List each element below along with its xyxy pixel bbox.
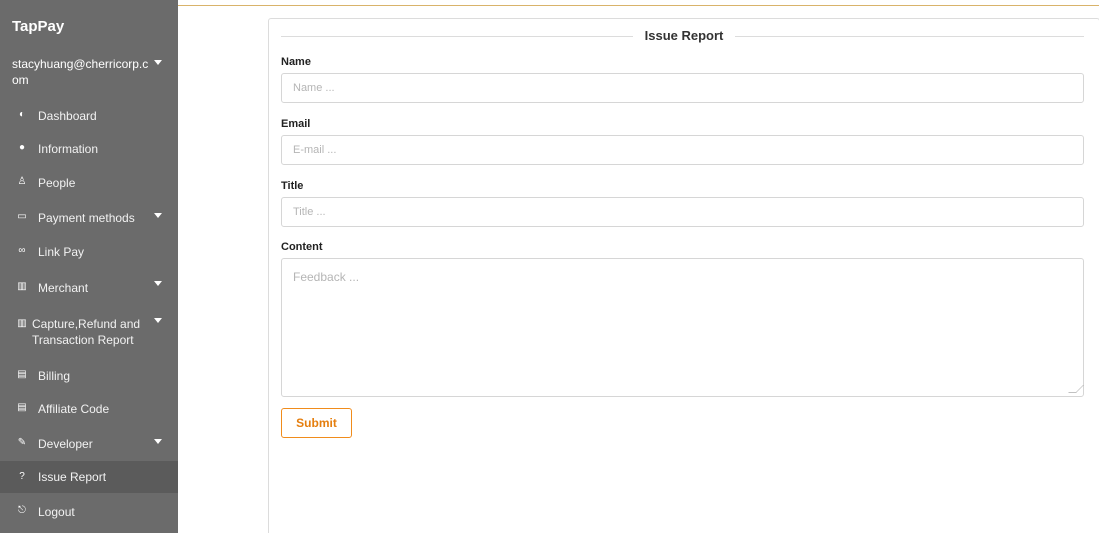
sidebar-item-label: Link Pay (38, 245, 85, 259)
email-placeholder: E-mail ... (293, 144, 337, 156)
building-icon: ▥ (17, 281, 27, 292)
question-icon: ? (19, 471, 25, 482)
sidebar-item-logout[interactable]: ⎋ Logout (0, 503, 178, 521)
chevron-down-icon (154, 281, 162, 286)
logout-icon: ⎋ (18, 505, 26, 516)
sidebar-item-label: Dashboard (38, 109, 97, 123)
document-icon: ▤ (17, 369, 27, 380)
title-field[interactable]: Title ... (281, 197, 1084, 227)
sidebar-item-label: Billing (38, 369, 71, 383)
chevron-down-icon (154, 439, 162, 444)
sidebar-item-label: Payment methods (38, 211, 135, 225)
issue-report-panel: Issue Report Name Name ... Email E-mail … (268, 18, 1099, 533)
sidebar-item-capture-refund-report[interactable]: ▥ Capture,Refund and Transaction Report (0, 316, 178, 350)
brand-logo[interactable]: TapPay (12, 18, 64, 35)
name-label: Name (281, 56, 311, 68)
name-placeholder: Name ... (293, 82, 335, 94)
resize-handle-icon[interactable] (1068, 385, 1084, 393)
info-icon: ● (18, 142, 26, 153)
sidebar-item-label: Logout (38, 505, 75, 519)
content-placeholder: Feedback ... (293, 270, 360, 284)
link-icon: ∞ (18, 245, 26, 256)
sidebar-item-label: People (38, 176, 76, 190)
wrench-icon: ✎ (17, 437, 27, 448)
name-field[interactable]: Name ... (281, 73, 1084, 103)
chevron-down-icon (154, 318, 162, 323)
sidebar-item-issue-report[interactable]: ? Issue Report (0, 461, 178, 493)
sidebar-item-label: Issue Report (38, 470, 107, 484)
sidebar-item-developer[interactable]: ✎ Developer (0, 435, 178, 453)
sidebar-item-billing[interactable]: ▤ Billing (0, 367, 178, 385)
sidebar-item-label: Information (38, 142, 99, 156)
email-field[interactable]: E-mail ... (281, 135, 1084, 165)
form-title: Issue Report (269, 28, 1099, 43)
sidebar-item-merchant[interactable]: ▥ Merchant (0, 279, 178, 297)
sidebar-item-label: Merchant (38, 281, 89, 295)
sidebar-item-payment-methods[interactable]: ▭ Payment methods (0, 209, 178, 227)
chevron-down-icon[interactable] (154, 60, 162, 65)
building-icon: ▥ (17, 318, 27, 329)
sidebar-item-label: Affiliate Code (38, 402, 110, 416)
sidebar-item-link-pay[interactable]: ∞ Link Pay (0, 243, 178, 261)
content-label: Content (281, 241, 323, 253)
dashboard-icon: ◐ (18, 109, 26, 120)
sidebar-item-affiliate-code[interactable]: ▤ Affiliate Code (0, 400, 178, 418)
sidebar: TapPay stacyhuang@cherricorp.com ◐ Dashb… (0, 0, 178, 533)
title-label: Title (281, 180, 304, 192)
chevron-down-icon (154, 213, 162, 218)
top-border (178, 5, 1099, 6)
card-icon: ▭ (17, 211, 27, 222)
sidebar-item-dashboard[interactable]: ◐ Dashboard (0, 107, 178, 125)
sidebar-item-people[interactable]: ♙ People (0, 174, 178, 192)
sidebar-item-label: Capture,Refund and Transaction Report (32, 317, 141, 347)
document-icon: ▤ (17, 402, 27, 413)
page: TapPay stacyhuang@cherricorp.com ◐ Dashb… (0, 0, 1099, 533)
title-placeholder: Title ... (293, 206, 326, 218)
submit-button[interactable]: Submit (281, 408, 352, 438)
sidebar-item-information[interactable]: ● Information (0, 140, 178, 158)
user-menu[interactable]: stacyhuang@cherricorp.com (12, 56, 152, 88)
sidebar-item-label: Developer (38, 437, 93, 451)
content-textarea[interactable]: Feedback ... (281, 258, 1084, 397)
email-label: Email (281, 118, 311, 130)
people-icon: ♙ (17, 176, 27, 187)
